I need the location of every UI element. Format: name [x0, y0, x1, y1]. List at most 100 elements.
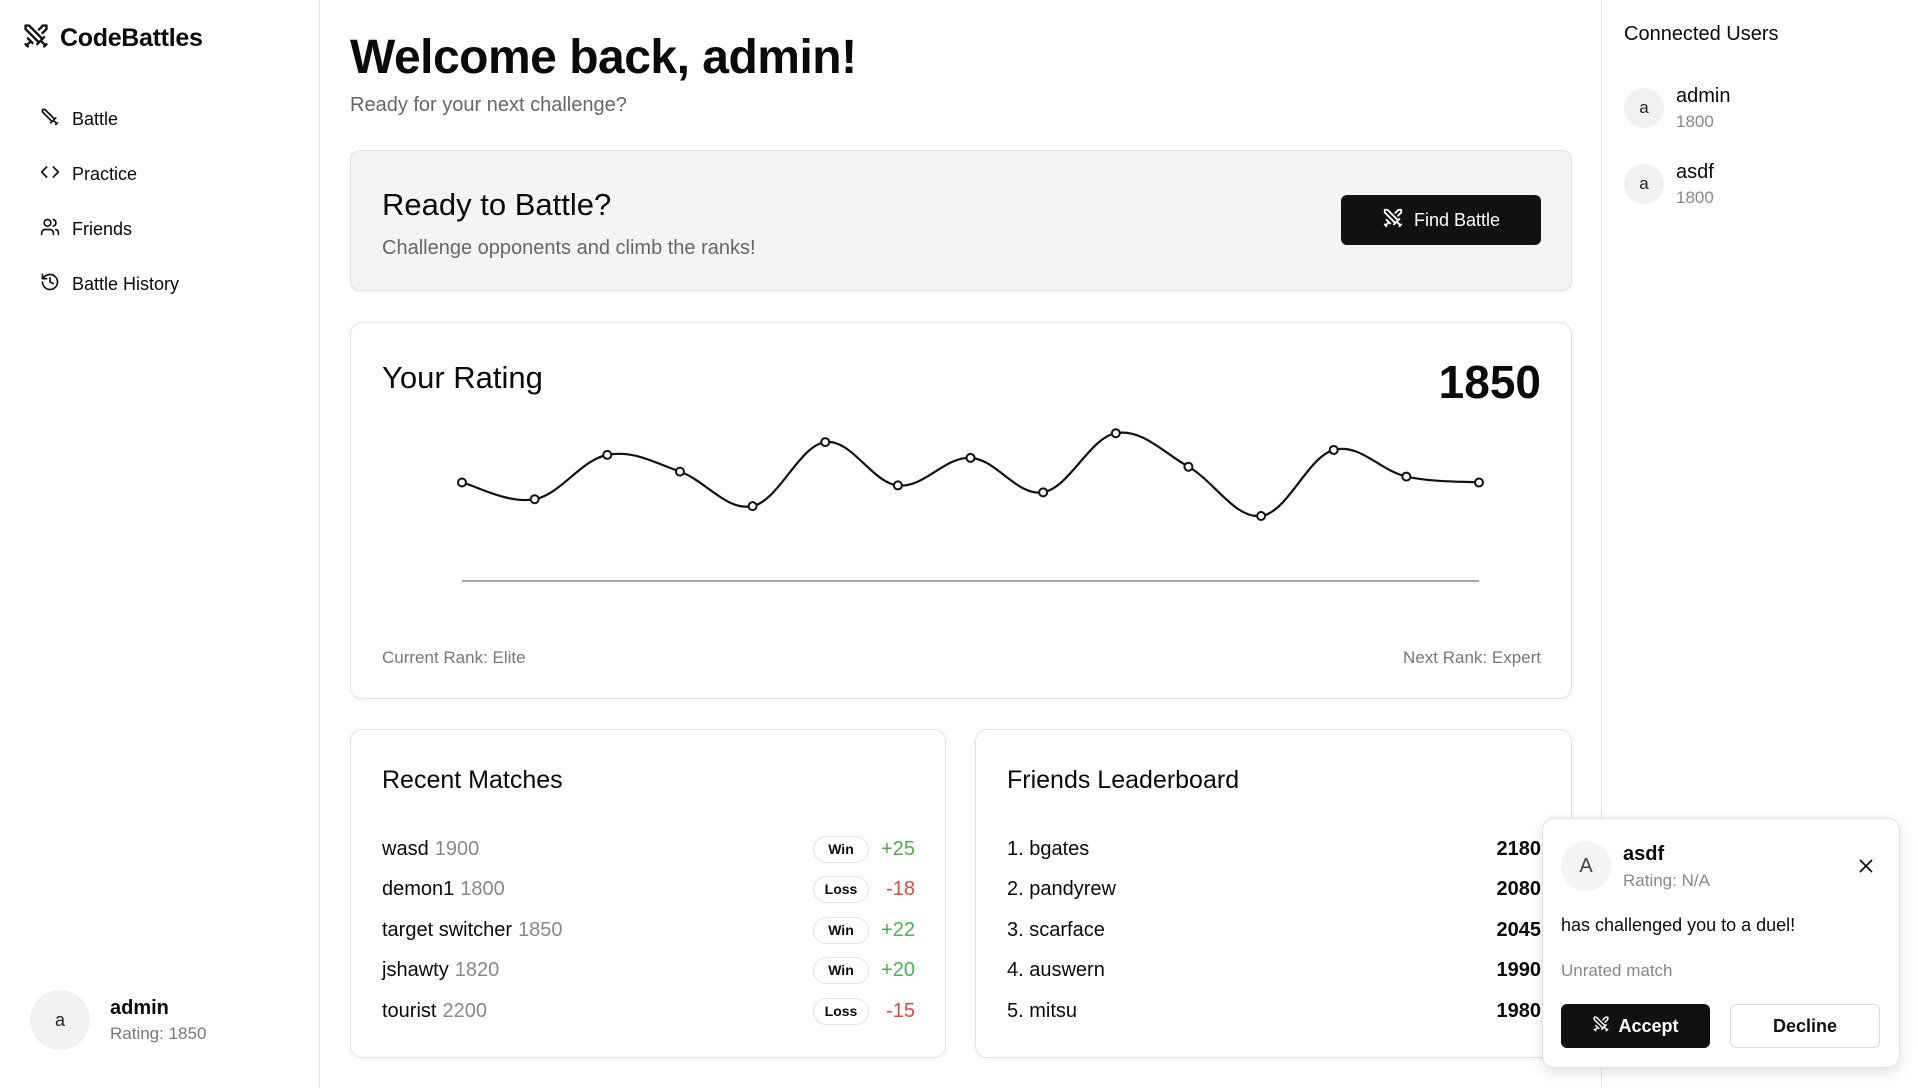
current-user-rating: Rating: 1850: [110, 1023, 207, 1043]
match-row[interactable]: jshawty 1820 Win +20: [382, 951, 915, 992]
rating-point: [1401, 471, 1412, 482]
sidebar-item-label: Battle: [72, 109, 119, 129]
match-row[interactable]: target switcher 1850 Win +22: [382, 910, 915, 951]
challenger-rating: Rating: N/A: [1623, 871, 1710, 890]
connected-user[interactable]: a asdf 1800: [1624, 146, 1730, 222]
connected-users-title: Connected Users: [1624, 23, 1779, 45]
match-mode: Unrated match: [1561, 961, 1673, 980]
avatar: a: [1624, 164, 1664, 204]
challenger-name: asdf: [1623, 843, 1665, 865]
opponent-name: demon1: [382, 878, 455, 901]
sidebar-item-label: Battle History: [72, 274, 180, 294]
connected-user-name: asdf: [1676, 160, 1714, 183]
sidebar-item-label: Practice: [72, 164, 138, 184]
connected-user-rating: 1800: [1676, 187, 1714, 207]
opponent-name: target switcher: [382, 918, 513, 941]
sidebar-nav: Battle Practice Friends Battle History: [40, 92, 179, 312]
crossed-swords-icon: [22, 22, 50, 55]
connected-user-name: admin: [1676, 84, 1731, 107]
rating-point: [820, 437, 831, 448]
result-badge: Win: [813, 916, 869, 944]
rating-point: [1038, 487, 1049, 498]
sidebar: CodeBattles Battle Practice Friends Batt…: [0, 0, 320, 1088]
opponent-rating: 1820: [454, 959, 500, 982]
crossed-swords-icon: [1592, 1015, 1610, 1038]
code-icon: [40, 162, 60, 187]
rating-chart: [457, 428, 1484, 582]
leaderboard-name: 1. bgates: [1007, 837, 1090, 860]
sidebar-item-practice[interactable]: Practice: [40, 147, 179, 202]
rating-point: [892, 480, 903, 491]
challenge-notification: A asdf Rating: N/A has challenged you to…: [1542, 818, 1900, 1068]
recent-matches-card: Recent Matches wasd 1900 Win +25 demon1 18…: [350, 729, 946, 1058]
rating-point: [457, 477, 467, 488]
rating-point: [1474, 477, 1484, 488]
app-root: CodeBattles Battle Practice Friends Batt…: [0, 0, 1918, 1088]
sidebar-item-battle[interactable]: Battle: [40, 92, 179, 147]
accept-label: Accept: [1618, 1015, 1679, 1036]
leaderboard-score: 1980: [1496, 999, 1542, 1022]
rating-delta: +20: [881, 959, 915, 982]
rating-delta: +22: [881, 918, 915, 941]
current-user[interactable]: a admin Rating: 1850: [30, 990, 206, 1050]
rating-point: [1256, 510, 1267, 521]
brand[interactable]: CodeBattles: [22, 22, 203, 55]
sidebar-item-battle-history[interactable]: Battle History: [40, 257, 179, 312]
leaderboard-row[interactable]: 3. scarface 2045: [1007, 910, 1541, 951]
find-battle-label: Find Battle: [1413, 209, 1501, 230]
rating-point: [529, 494, 540, 505]
current-user-name: admin: [110, 996, 169, 1019]
leaderboard-row[interactable]: 5. mitsu 1980: [1007, 991, 1541, 1032]
leaderboard-score: 1990: [1496, 959, 1542, 982]
decline-button[interactable]: Decline: [1730, 1004, 1880, 1048]
leaderboard-name: 5. mitsu: [1007, 999, 1078, 1022]
match-row[interactable]: demon1 1800 Loss -18: [382, 870, 915, 911]
avatar: a: [1624, 88, 1664, 128]
sidebar-item-label: Friends: [72, 219, 133, 239]
find-battle-button[interactable]: Find Battle: [1341, 195, 1541, 245]
opponent-name: wasd: [382, 837, 429, 860]
current-rank: Current Rank: Elite: [382, 648, 526, 667]
recent-matches-list: wasd 1900 Win +25 demon1 1800 Loss -18 tar…: [382, 829, 915, 1032]
leaderboard-score: 2080: [1496, 878, 1542, 901]
connected-user[interactable]: a admin 1800: [1624, 70, 1730, 146]
recent-matches-title: Recent Matches: [382, 766, 563, 794]
rating-card: Your Rating 1850 Current Rank: Elite Nex…: [350, 322, 1572, 699]
rating-point: [747, 501, 758, 512]
sidebar-item-friends[interactable]: Friends: [40, 202, 179, 257]
battle-card-title: Ready to Battle?: [382, 187, 612, 222]
match-row[interactable]: wasd 1900 Win +25: [382, 829, 915, 870]
result-badge: Win: [813, 835, 869, 863]
rating-point: [965, 452, 976, 463]
leaderboard-row[interactable]: 1. bgates 2180: [1007, 829, 1541, 870]
users-icon: [40, 217, 60, 242]
rating-point: [1110, 428, 1121, 439]
page-title: Welcome back, admin!: [350, 31, 857, 84]
challenge-message: has challenged you to a duel!: [1561, 915, 1796, 935]
opponent-rating: 1850: [518, 918, 563, 941]
leaderboard-score: 2180: [1496, 837, 1542, 860]
opponent-name: jshawty: [382, 959, 449, 982]
battle-card: Ready to Battle? Challenge opponents and…: [350, 150, 1572, 291]
opponent-rating: 1900: [434, 837, 480, 860]
result-badge: Loss: [813, 997, 869, 1025]
leaderboard-row[interactable]: 2. pandyrew 2080: [1007, 870, 1541, 911]
leaderboard-title: Friends Leaderboard: [1007, 766, 1240, 794]
opponent-rating: 2200: [442, 999, 487, 1022]
result-badge: Win: [813, 957, 869, 985]
leaderboard-row[interactable]: 4. auswern 1990: [1007, 951, 1541, 992]
close-icon[interactable]: [1855, 855, 1877, 877]
leaderboard-name: 3. scarface: [1007, 918, 1105, 941]
rating-point: [1328, 444, 1339, 455]
connected-users-list: a admin 1800 a asdf 1800: [1624, 70, 1730, 222]
page-subtitle: Ready for your next challenge?: [350, 94, 627, 116]
accept-button[interactable]: Accept: [1561, 1004, 1710, 1048]
leaderboard-list: 1. bgates 2180 2. pandyrew 2080 3. scarf…: [1007, 829, 1541, 1032]
rating-delta: -15: [886, 999, 915, 1022]
friends-leaderboard-card: Friends Leaderboard 1. bgates 2180 2. pa…: [975, 729, 1572, 1058]
match-row[interactable]: tourist 2200 Loss -15: [382, 991, 915, 1032]
leaderboard-name: 4. auswern: [1007, 959, 1105, 982]
connected-user-rating: 1800: [1676, 111, 1714, 131]
rating-point: [602, 449, 613, 460]
crossed-swords-icon: [1382, 207, 1404, 234]
